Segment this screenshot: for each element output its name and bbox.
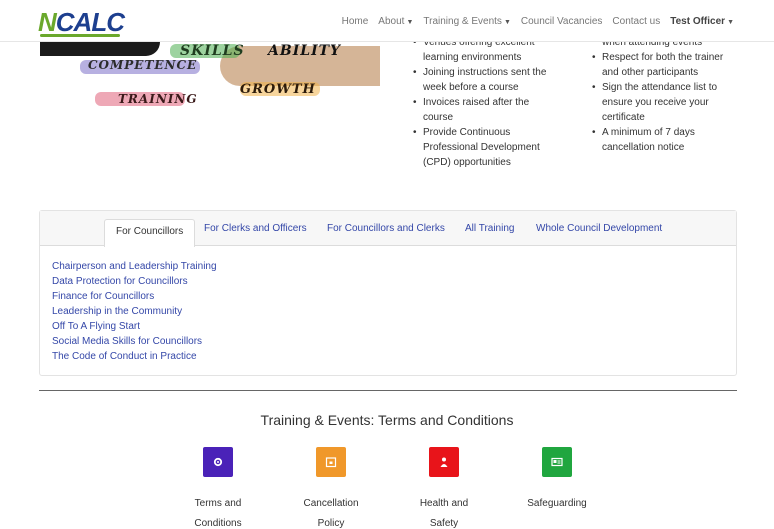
section-divider [39, 390, 737, 391]
caret-down-icon: ▼ [503, 19, 511, 26]
hero-word: GROWTH [240, 82, 316, 97]
caret-down-icon: ▼ [406, 19, 414, 26]
tab-all-training[interactable]: All Training [465, 223, 514, 234]
logo-letter-n: N [38, 7, 57, 37]
nav-about[interactable]: About ▼ [378, 16, 413, 27]
logo-letters: CALC [55, 7, 125, 37]
card-label-line2: Safety [429, 518, 459, 529]
course-list: Chairperson and Leadership Training Data… [52, 259, 217, 364]
card-label-line1: Terms and [194, 498, 242, 509]
health-and-safety-card[interactable]: Health and Safety [394, 447, 494, 529]
tab-for-councillors[interactable]: For Councillors [104, 219, 196, 247]
hero-word: ABILITY [268, 43, 342, 59]
course-link[interactable]: Finance for Councillors [52, 289, 217, 304]
person-icon [429, 447, 459, 477]
tab-bar: For Councillors For Clerks and Officers … [40, 211, 736, 247]
tab-whole-council-development[interactable]: Whole Council Development [536, 223, 662, 234]
logo-underline [40, 34, 120, 37]
nav-training-label: Training & Events [423, 16, 502, 27]
course-link[interactable]: Leadership in the Community [52, 304, 217, 319]
nav-user-menu[interactable]: Test Officer ▼ [670, 16, 734, 27]
card-label-line1: Safeguarding [527, 498, 587, 509]
nav-home[interactable]: Home [342, 16, 369, 27]
list-item: Provide Continuous Professional Developm… [411, 125, 561, 170]
ncalc-logo[interactable]: NCALC [38, 7, 125, 37]
nav-contact-us[interactable]: Contact us [612, 16, 660, 27]
safeguarding-card[interactable]: Safeguarding [507, 447, 607, 514]
caret-down-icon: ▼ [727, 19, 734, 26]
list-item: Respect for both the trainer and other p… [590, 50, 730, 80]
hero-arm-dark [40, 42, 160, 56]
nav-council-vacancies[interactable]: Council Vacancies [521, 16, 603, 27]
id-card-icon [542, 447, 572, 477]
card-label-line2: Conditions [194, 518, 242, 529]
card-label-line1: Cancellation [303, 498, 359, 509]
terms-and-conditions-card[interactable]: Terms and Conditions [168, 447, 268, 529]
skills-hero-image: SKILLS ABILITY COMPETENCE TRAINING GROWT… [40, 42, 380, 132]
tab-for-councillors-and-clerks[interactable]: For Councillors and Clerks [327, 223, 445, 234]
course-link[interactable]: The Code of Conduct in Practice [52, 349, 217, 364]
list-item: Sign the attendance list to ensure you r… [590, 80, 730, 125]
benefits-list-left: Venues offering excellent learning envir… [411, 35, 561, 170]
gear-icon [203, 447, 233, 477]
hero-word: TRAINING [118, 92, 198, 106]
nav-user-label: Test Officer [670, 16, 726, 27]
course-link[interactable]: Chairperson and Leadership Training [52, 259, 217, 274]
card-label-line1: Health and [419, 498, 469, 509]
cancellation-policy-card[interactable]: Cancellation Policy [281, 447, 381, 529]
main-nav: Home About ▼ Training & Events ▼ Council V… [342, 16, 734, 27]
card-label: Health and Safety [394, 494, 494, 529]
course-link[interactable]: Off To A Flying Start [52, 319, 217, 334]
hero-word: COMPETENCE [88, 58, 198, 72]
course-link[interactable]: Social Media Skills for Councillors [52, 334, 217, 349]
nav-training-events[interactable]: Training & Events ▼ [423, 16, 511, 27]
card-label-line2: Policy [317, 518, 345, 529]
nav-about-label: About [378, 16, 405, 27]
hero-word: SKILLS [180, 43, 245, 59]
expectations-list-right: when attending events Respect for both t… [590, 35, 730, 155]
tab-for-clerks-and-officers[interactable]: For Clerks and Officers [204, 223, 307, 234]
card-label: Terms and Conditions [168, 494, 268, 529]
card-label: Safeguarding [507, 494, 607, 514]
training-tabs-panel: For Councillors For Clerks and Officers … [39, 210, 737, 376]
course-link[interactable]: Data Protection for Councillors [52, 274, 217, 289]
card-label: Cancellation Policy [281, 494, 381, 529]
list-item: Invoices raised after the course [411, 95, 561, 125]
list-item: A minimum of 7 days cancellation notice [590, 125, 730, 155]
list-item: Joining instructions sent the week befor… [411, 65, 561, 95]
terms-section-title: Training & Events: Terms and Conditions [260, 412, 514, 428]
calendar-icon [316, 447, 346, 477]
navbar: NCALC Home About ▼ Training & Events ▼ Cou… [0, 0, 774, 42]
